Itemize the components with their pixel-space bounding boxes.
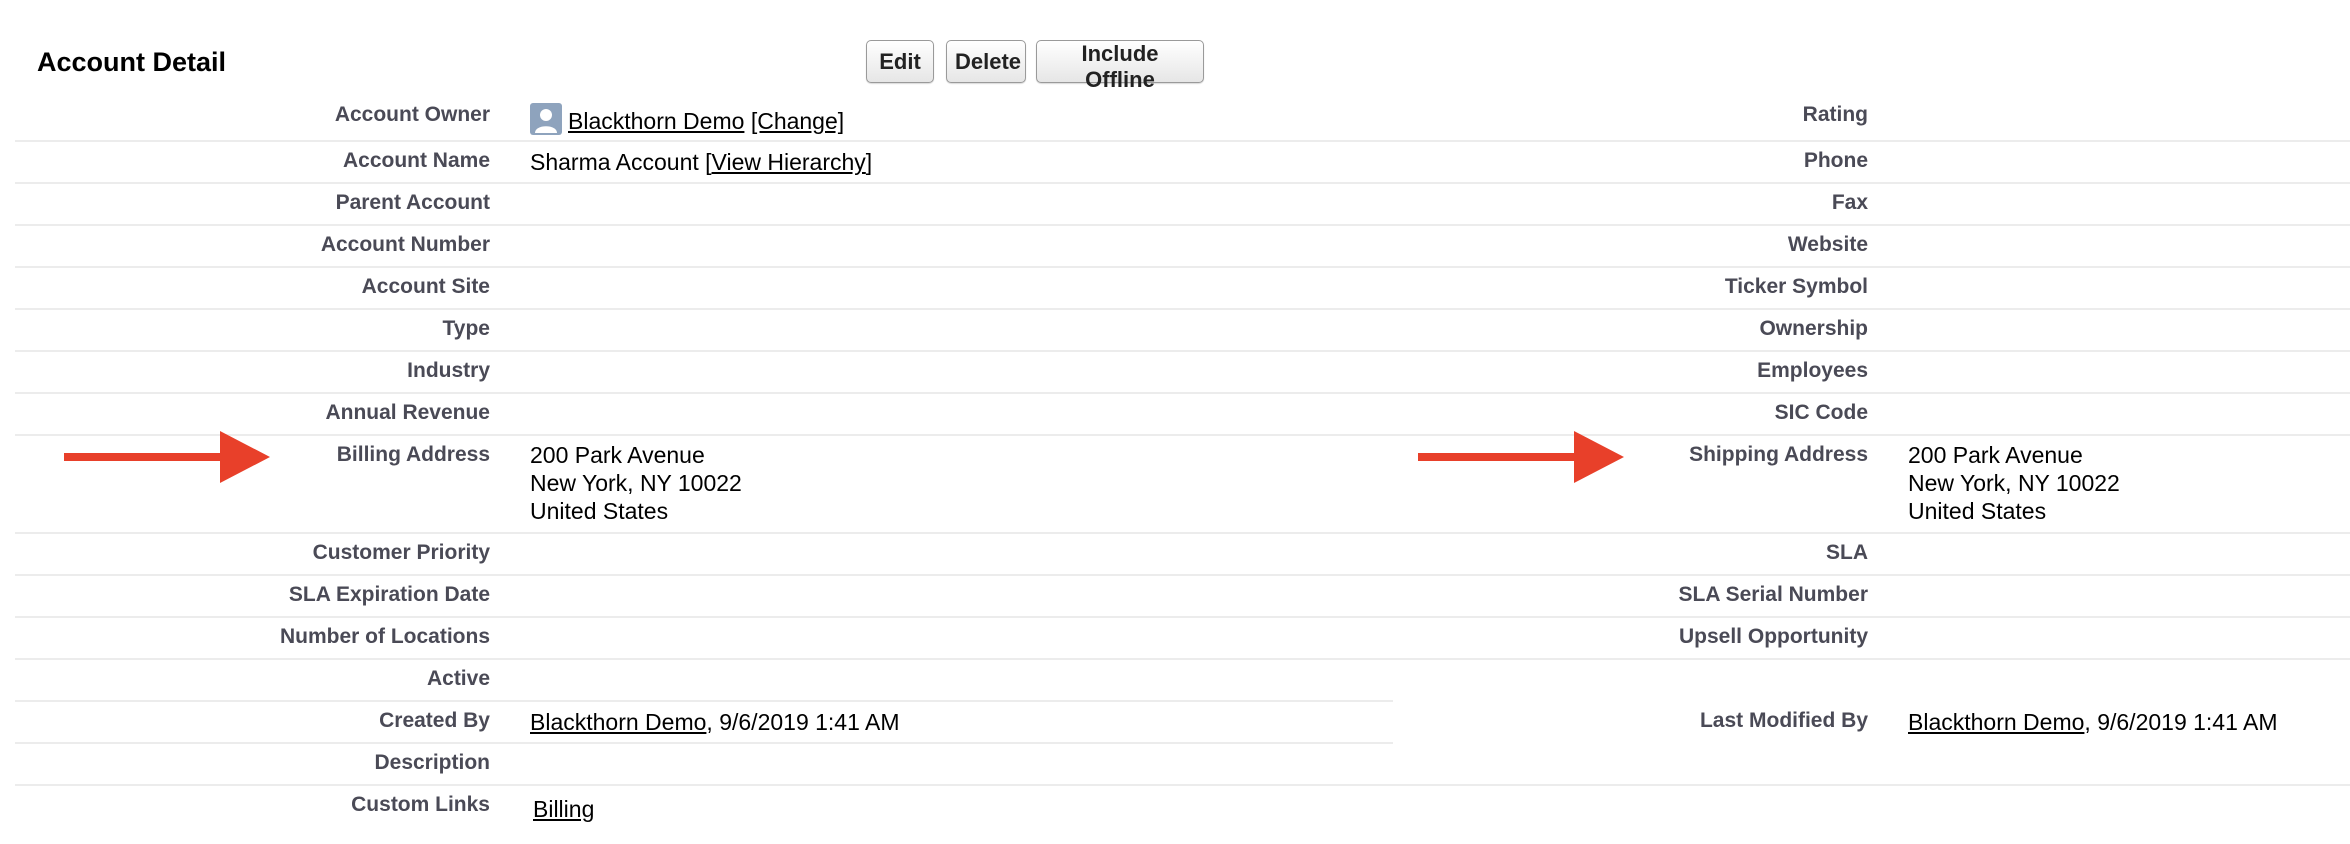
row-divider [15, 532, 2350, 534]
label-sla-expiration-date: SLA Expiration Date [288, 583, 490, 606]
label-ownership: Ownership [1759, 317, 1868, 340]
row-divider [15, 224, 2350, 226]
row-divider [15, 308, 2350, 310]
include-offline-button[interactable]: Include Offline [1036, 40, 1204, 92]
shipping-address-line1: 200 Park Avenue [1908, 442, 2083, 468]
shipping-address-line2: New York, NY 10022 [1908, 470, 2120, 496]
row-divider [15, 266, 2350, 268]
account-name-text: Sharma Account [530, 149, 699, 175]
billing-custom-link[interactable]: Billing [533, 796, 594, 822]
created-by-user-link[interactable]: Blackthorn Demo [530, 709, 706, 735]
label-customer-priority: Customer Priority [312, 541, 490, 564]
label-number-of-locations: Number of Locations [279, 625, 490, 648]
label-parent-account: Parent Account [335, 191, 490, 214]
label-account-name: Account Name [342, 149, 490, 172]
row-divider [15, 140, 2350, 142]
row-divider [15, 700, 1393, 702]
row-divider [15, 658, 2350, 660]
created-by-value: Blackthorn Demo, 9/6/2019 1:41 AM [530, 708, 900, 736]
change-owner-link[interactable]: [Change] [751, 108, 844, 134]
label-account-number: Account Number [320, 233, 490, 256]
label-website: Website [1787, 233, 1868, 256]
billing-address-line2: New York, NY 10022 [530, 470, 742, 496]
shipping-address-line3: United States [1908, 498, 2047, 524]
label-fax: Fax [1831, 191, 1868, 214]
label-last-modified-by: Last Modified By [1699, 709, 1868, 732]
label-sic-code: SIC Code [1774, 401, 1868, 424]
account-owner-value: Blackthorn Demo [Change] [530, 103, 844, 135]
created-by-date: , 9/6/2019 1:41 AM [706, 709, 900, 735]
label-sla: SLA [1826, 541, 1868, 564]
label-industry: Industry [407, 359, 490, 382]
view-hierarchy-link[interactable]: View Hierarchy [712, 149, 866, 175]
row-divider [15, 350, 2350, 352]
user-avatar-icon [530, 103, 562, 135]
label-rating: Rating [1802, 103, 1868, 126]
shipping-address-value: 200 Park Avenue New York, NY 10022 Unite… [1908, 441, 2120, 525]
account-name-value: Sharma Account [View Hierarchy] [530, 148, 872, 176]
arrow-right-icon [64, 431, 270, 483]
label-phone: Phone [1803, 149, 1868, 172]
last-modified-by-date: , 9/6/2019 1:41 AM [2084, 709, 2278, 735]
section-title: Account Detail [37, 47, 227, 77]
last-modified-by-value: Blackthorn Demo, 9/6/2019 1:41 AM [1908, 708, 2278, 736]
row-divider [15, 616, 2350, 618]
row-divider [15, 574, 2350, 576]
label-billing-address: Billing Address [336, 443, 490, 466]
billing-address-line3: United States [530, 498, 669, 524]
billing-address-line1: 200 Park Avenue [530, 442, 705, 468]
row-divider [15, 182, 2350, 184]
label-account-owner: Account Owner [334, 103, 490, 126]
last-modified-by-user-link[interactable]: Blackthorn Demo [1908, 709, 2084, 735]
account-owner-link[interactable]: Blackthorn Demo [568, 108, 744, 134]
row-divider [15, 784, 2350, 786]
row-divider [15, 392, 2350, 394]
label-shipping-address: Shipping Address [1689, 443, 1868, 466]
label-employees: Employees [1757, 359, 1868, 382]
label-upsell-opportunity: Upsell Opportunity [1679, 625, 1868, 648]
label-active: Active [426, 667, 490, 690]
custom-links-value: Billing [533, 795, 594, 823]
label-custom-links: Custom Links [351, 793, 490, 816]
label-ticker-symbol: Ticker Symbol [1724, 275, 1868, 298]
label-sla-serial-number: SLA Serial Number [1678, 583, 1868, 606]
row-divider [15, 434, 2350, 436]
label-account-site: Account Site [361, 275, 490, 298]
arrow-right-icon [1418, 431, 1624, 483]
label-annual-revenue: Annual Revenue [325, 401, 490, 424]
billing-address-value: 200 Park Avenue New York, NY 10022 Unite… [530, 441, 742, 525]
bracket-close: ] [865, 149, 873, 175]
label-description: Description [374, 751, 490, 774]
label-created-by: Created By [379, 709, 490, 732]
edit-button[interactable]: Edit [866, 40, 934, 83]
label-type: Type [442, 317, 490, 340]
delete-button[interactable]: Delete [946, 40, 1026, 83]
row-divider [15, 742, 1393, 744]
